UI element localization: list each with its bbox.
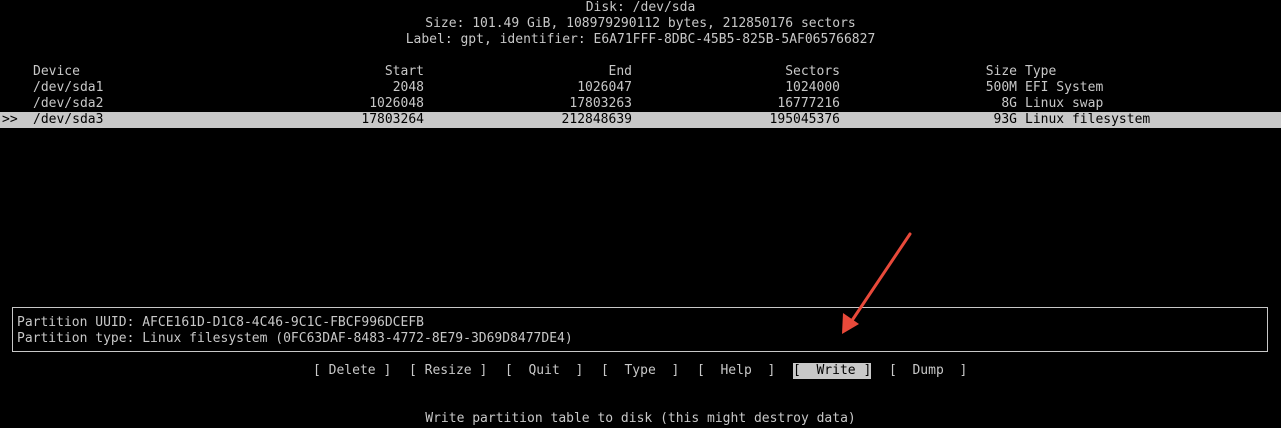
red-arrow-icon	[842, 232, 912, 334]
cfdisk-terminal: Disk: /dev/sda Size: 101.49 GiB, 1089792…	[0, 0, 1281, 428]
